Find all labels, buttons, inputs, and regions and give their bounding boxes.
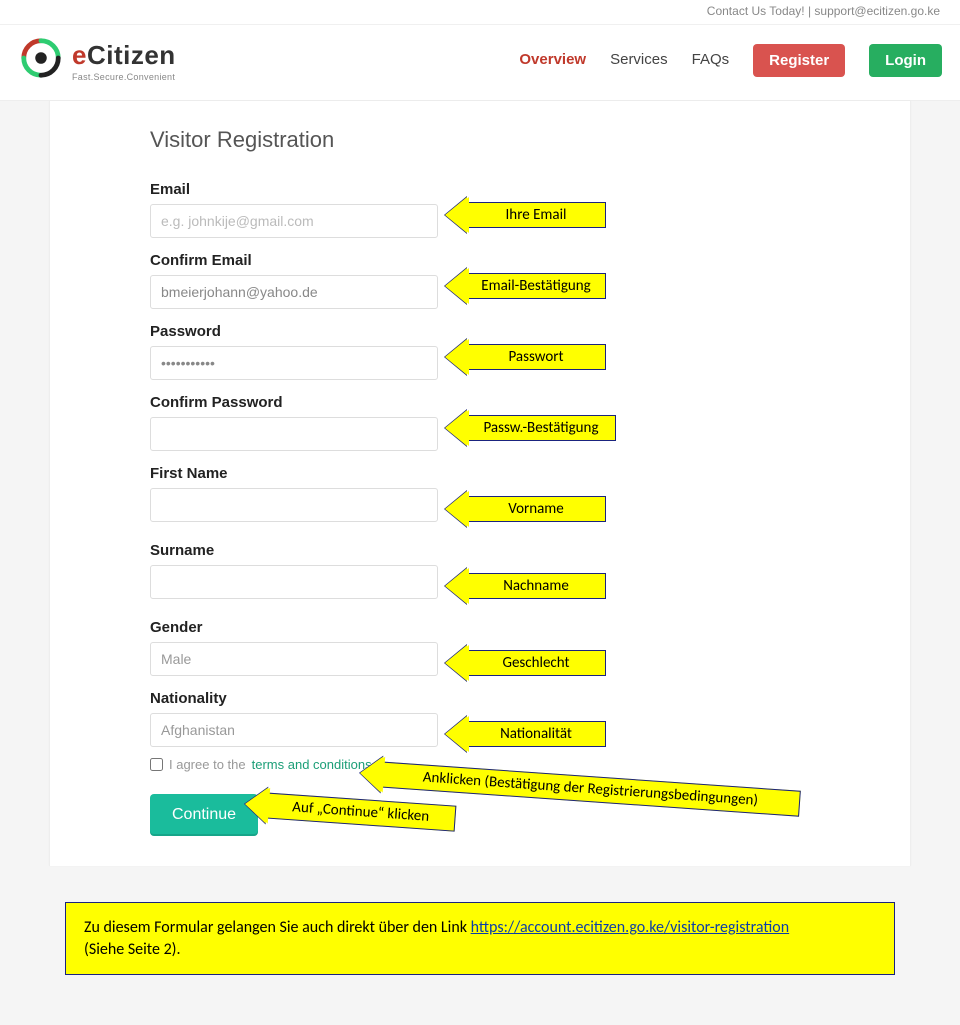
terms-checkbox[interactable] — [150, 758, 163, 771]
login-button[interactable]: Login — [869, 44, 942, 77]
nationality-label: Nationality — [150, 690, 910, 707]
surname-field[interactable] — [150, 565, 438, 599]
contact-text: Contact Us Today! | support@ecitizen.go.… — [707, 4, 940, 18]
callout-continue: Auf „Continue“ klicken — [244, 786, 457, 837]
note-link[interactable]: https://account.ecitizen.go.ke/visitor-r… — [471, 918, 790, 937]
nav-overview[interactable]: Overview — [519, 51, 586, 71]
password-field[interactable] — [150, 346, 438, 380]
password-label: Password — [150, 323, 910, 340]
callout-confirm-password: Passw.-Bestätigung — [445, 410, 616, 446]
callout-gender: Geschlecht — [445, 645, 606, 681]
brand-text: eCitizen Fast.Secure.Convenient — [72, 40, 176, 82]
callout-email: Ihre Email — [445, 197, 606, 233]
note-before: Zu diesem Formular gelangen Sie auch dir… — [84, 918, 471, 937]
terms-link[interactable]: terms and conditions — [252, 757, 372, 772]
confirm-email-label: Confirm Email — [150, 252, 910, 269]
first-name-field[interactable] — [150, 488, 438, 522]
brand-rest: Citizen — [87, 40, 176, 70]
surname-label: Surname — [150, 542, 910, 559]
email-field[interactable] — [150, 204, 438, 238]
callout-first-name: Vorname — [445, 491, 606, 527]
registration-form: Email Ihre Email Confirm Email Email-Bes… — [150, 181, 910, 836]
register-button[interactable]: Register — [753, 44, 845, 77]
first-name-label: First Name — [150, 465, 910, 482]
header: eCitizen Fast.Secure.Convenient Overview… — [0, 25, 960, 101]
nav-faqs[interactable]: FAQs — [692, 51, 730, 71]
gender-select[interactable] — [150, 642, 438, 676]
continue-button[interactable]: Continue — [150, 794, 258, 836]
page-title: Visitor Registration — [150, 121, 910, 181]
confirm-password-label: Confirm Password — [150, 394, 910, 411]
terms-row: I agree to the terms and conditions Ankl… — [150, 757, 910, 772]
nav: Overview Services FAQs Register Login — [519, 44, 942, 77]
nationality-select[interactable] — [150, 713, 438, 747]
callout-surname: Nachname — [445, 568, 606, 604]
logo: eCitizen Fast.Secure.Convenient — [18, 35, 176, 86]
gender-label: Gender — [150, 619, 910, 636]
brand-subtitle: Fast.Secure.Convenient — [72, 72, 176, 82]
callout-confirm-email: Email-Bestätigung — [445, 268, 606, 304]
callout-password: Passwort — [445, 339, 606, 375]
brand-e: e — [72, 40, 87, 70]
terms-prefix: I agree to the — [169, 757, 246, 772]
nav-services[interactable]: Services — [610, 51, 668, 71]
confirm-email-field[interactable] — [150, 275, 438, 309]
confirm-password-field[interactable] — [150, 417, 438, 451]
ecitizen-logo-icon — [18, 35, 64, 86]
callout-nationality: Nationalität — [445, 716, 606, 752]
topbar: Contact Us Today! | support@ecitizen.go.… — [0, 0, 960, 25]
note-box: Zu diesem Formular gelangen Sie auch dir… — [65, 902, 895, 975]
email-label: Email — [150, 181, 910, 198]
note-after: (Siehe Seite 2). — [84, 940, 181, 959]
